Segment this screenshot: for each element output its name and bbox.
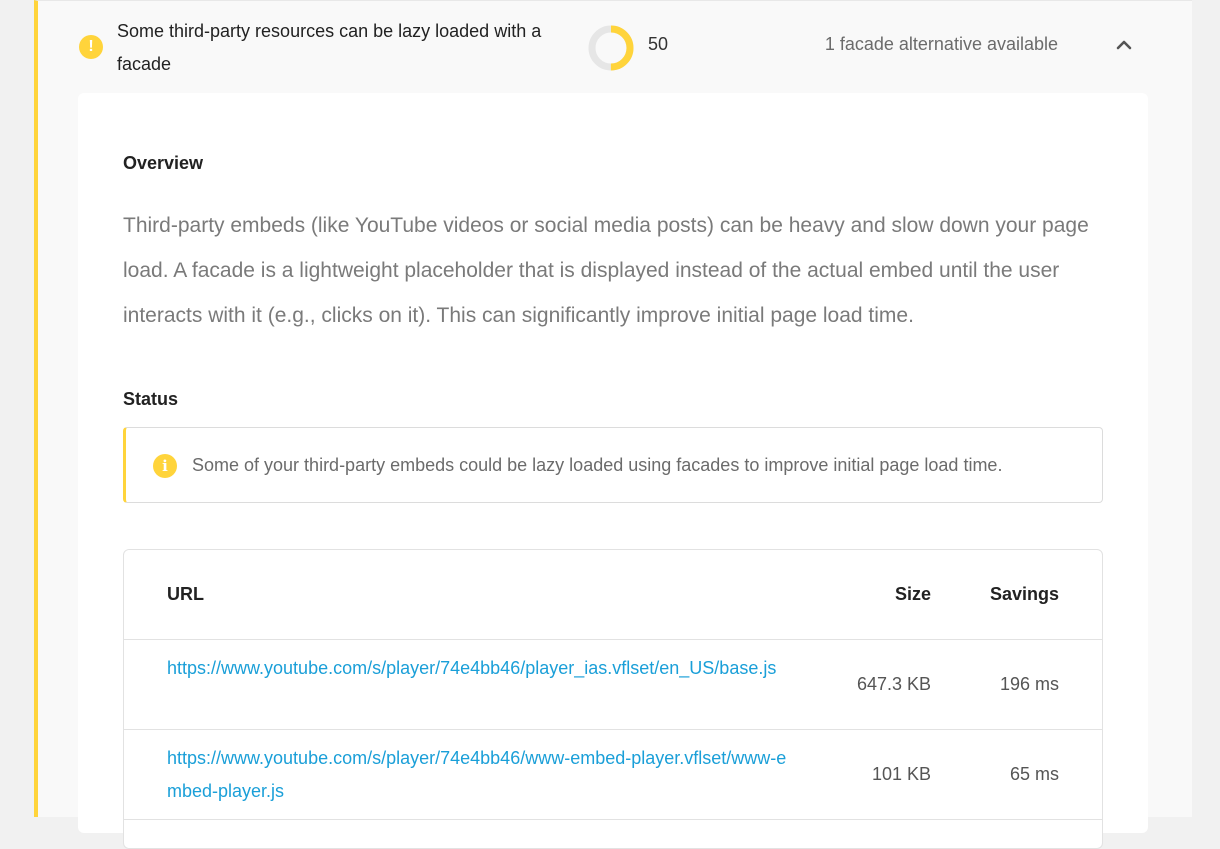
audit-panel: ! Some third-party resources can be lazy…: [34, 0, 1192, 849]
column-header-size: Size: [894, 584, 931, 604]
overview-heading: Overview: [123, 153, 204, 173]
status-callout: i Some of your third-party embeds could …: [123, 427, 1103, 503]
score-gauge: [588, 25, 634, 71]
audit-details: Overview Third-party embeds (like YouTub…: [78, 93, 1148, 849]
audit-header[interactable]: ! Some third-party resources can be lazy…: [38, 1, 1192, 93]
chevron-up-icon[interactable]: [1112, 33, 1136, 57]
column-header-url: URL: [167, 584, 204, 604]
resource-savings: 65 ms: [1009, 764, 1059, 784]
resource-size: 101 KB: [871, 764, 931, 784]
column-header-savings: Savings: [989, 584, 1059, 604]
audit-summary: 1 facade alternative available: [824, 34, 1058, 54]
audit-title: Some third-party resources can be lazy l…: [117, 21, 542, 74]
resource-url-link[interactable]: https://www.youtube.com/s/player/74e4bb4…: [167, 742, 787, 808]
resource-size: 647.3 KB: [856, 674, 931, 694]
table-header: URL Size Savings: [124, 550, 1102, 640]
score-value: 50: [648, 34, 669, 54]
status-heading: Status: [123, 389, 179, 409]
resource-savings: 196 ms: [999, 674, 1059, 694]
results-table: URL Size Savings https://www.youtube.com…: [123, 549, 1103, 849]
info-icon: i: [153, 454, 177, 478]
table-row: https://www.youtube.com/s/player/74e4bb4…: [124, 640, 1102, 730]
table-row: https://www.youtube.com/s/player/74e4bb4…: [124, 730, 1102, 820]
status-message: Some of your third-party embeds could be…: [192, 455, 1003, 475]
overview-description: Third-party embeds (like YouTube videos …: [123, 214, 1089, 327]
resource-url-link[interactable]: https://www.youtube.com/s/player/74e4bb4…: [167, 652, 787, 685]
warning-icon: !: [79, 35, 103, 59]
